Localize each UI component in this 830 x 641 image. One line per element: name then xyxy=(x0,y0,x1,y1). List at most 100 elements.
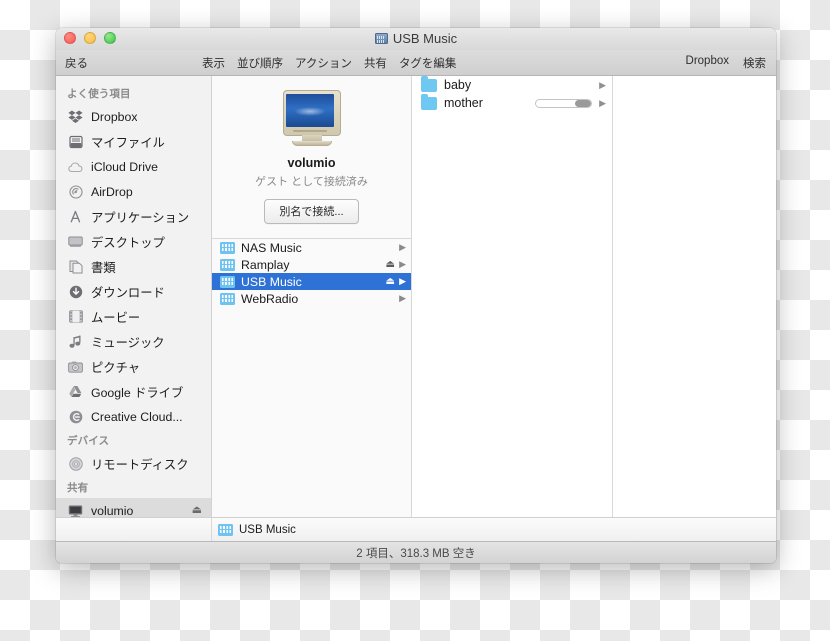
empty-column xyxy=(613,76,776,517)
sidebar-item-label: ムービー xyxy=(91,310,141,325)
sidebar-item-remote-disc[interactable]: リモートディスク xyxy=(56,451,211,476)
sidebar-item-creative-cloud[interactable]: Creative Cloud... xyxy=(56,404,211,429)
folder-icon xyxy=(421,94,437,110)
sidebar-section-favorites-header: よく使う項目 xyxy=(67,88,131,100)
toolbar-actions: 表示 並び順序 アクション 共有 タグを編集 xyxy=(202,55,456,71)
movies-icon xyxy=(67,309,84,325)
sidebar-item-label: Creative Cloud... xyxy=(91,409,183,424)
sidebar-item-label: 書類 xyxy=(91,260,116,275)
share-label: NAS Music xyxy=(241,240,302,255)
sidebar-item-google-drive[interactable]: Google ドライブ xyxy=(56,379,211,404)
sidebar-item-dropbox[interactable]: Dropbox xyxy=(56,104,211,129)
network-share-icon xyxy=(218,523,233,536)
server-name: volumio xyxy=(287,156,336,170)
share-label: WebRadio xyxy=(241,291,299,306)
folder-row-mother[interactable]: mother ▶ xyxy=(412,94,612,112)
sidebar-item-label: Google ドライブ xyxy=(91,385,184,400)
toolbar-item-view[interactable]: 表示 xyxy=(202,55,225,71)
server-icon xyxy=(67,503,84,518)
sidebar-item-label: iCloud Drive xyxy=(91,159,158,174)
toolbar-item-edit-tags[interactable]: タグを編集 xyxy=(399,55,457,71)
share-row-ramplay[interactable]: Ramplay ⏏ ▶ xyxy=(212,256,411,273)
share-row-usb-music[interactable]: USB Music ⏏ ▶ xyxy=(212,273,411,290)
folder-label: mother xyxy=(444,96,483,110)
eject-icon[interactable]: ⏏ xyxy=(192,505,202,516)
sidebar-item-all-my-files[interactable]: マイファイル xyxy=(56,129,211,154)
sidebar: よく使う項目 Dropbox マイファイル iCloud Drive AirDr… xyxy=(56,76,212,517)
sidebar-item-airdrop[interactable]: AirDrop xyxy=(56,179,211,204)
back-button[interactable]: 戻る xyxy=(65,55,88,71)
share-label: USB Music xyxy=(241,274,302,289)
eject-icon[interactable]: ⏏ xyxy=(386,259,399,270)
folder-column: baby ▶ mother ▶ xyxy=(412,76,613,517)
sidebar-item-desktop[interactable]: デスクトップ xyxy=(56,229,211,254)
share-label: Ramplay xyxy=(241,257,290,272)
window-body: よく使う項目 Dropbox マイファイル iCloud Drive AirDr… xyxy=(56,76,776,517)
google-drive-icon xyxy=(67,384,84,400)
all-my-files-icon xyxy=(67,134,84,150)
sidebar-item-music[interactable]: ミュージック xyxy=(56,329,211,354)
downloads-icon xyxy=(67,284,84,300)
disclosure-arrow-icon[interactable]: ▶ xyxy=(399,277,406,286)
status-bar: 2 項目、318.3 MB 空き xyxy=(56,541,776,563)
share-list: NAS Music ▶ Ramplay ⏏ ▶ USB Music ⏏ ▶ We… xyxy=(212,239,411,307)
sidebar-item-label: Dropbox xyxy=(91,109,138,124)
sidebar-item-label: ダウンロード xyxy=(91,285,165,300)
toolbar-item-search[interactable]: 検索 xyxy=(743,55,766,71)
airdrop-icon xyxy=(67,184,84,200)
network-share-icon xyxy=(220,275,235,288)
sidebar-item-volumio[interactable]: volumio ⏏ xyxy=(56,498,211,517)
sidebar-item-label: マイファイル xyxy=(91,135,165,150)
pictures-icon xyxy=(67,359,84,375)
sidebar-section-devices-header: デバイス xyxy=(67,435,110,447)
folder-row-baby[interactable]: baby ▶ xyxy=(412,76,612,94)
toolbar-item-arrange[interactable]: 並び順序 xyxy=(237,55,283,71)
desktop-icon xyxy=(67,234,84,250)
disclosure-arrow-icon[interactable]: ▶ xyxy=(399,243,406,252)
status-bar-text: 2 項目、318.3 MB 空き xyxy=(356,547,476,560)
finder-window: USB Music 戻る 表示 並び順序 アクション 共有 タグを編集 Drop… xyxy=(56,28,776,563)
network-share-icon xyxy=(220,258,235,271)
applications-icon xyxy=(67,209,84,225)
back-button-label: 戻る xyxy=(65,57,88,70)
sidebar-item-icloud-drive[interactable]: iCloud Drive xyxy=(56,154,211,179)
disclosure-arrow-icon[interactable]: ▶ xyxy=(399,294,406,303)
path-bar-label[interactable]: USB Music xyxy=(239,524,296,536)
title-bar[interactable]: USB Music xyxy=(56,28,776,50)
sidebar-item-pictures[interactable]: ピクチャ xyxy=(56,354,211,379)
sidebar-item-downloads[interactable]: ダウンロード xyxy=(56,279,211,304)
sidebar-item-label: ピクチャ xyxy=(91,360,141,375)
path-bar-spacer xyxy=(64,518,212,541)
toolbar: 戻る 表示 並び順序 アクション 共有 タグを編集 Dropbox 検索 xyxy=(56,50,776,76)
scrollbar-thumb[interactable] xyxy=(575,99,591,107)
server-column: volumio ゲスト として接続済み 別名で接続... NAS Music ▶… xyxy=(212,76,412,517)
sidebar-item-label: アプリケーション xyxy=(91,210,190,225)
window-title: USB Music xyxy=(56,31,776,46)
disclosure-arrow-icon[interactable]: ▶ xyxy=(399,260,406,269)
eject-icon[interactable]: ⏏ xyxy=(386,276,399,287)
disclosure-arrow-icon[interactable]: ▶ xyxy=(599,80,606,90)
sidebar-section-shared-header: 共有 xyxy=(67,482,89,494)
dropbox-icon xyxy=(67,109,84,125)
connection-status: ゲスト として接続済み xyxy=(255,176,368,188)
connect-as-button[interactable]: 別名で接続... xyxy=(264,199,359,224)
sidebar-item-label: ミュージック xyxy=(91,335,165,350)
horizontal-scrollbar[interactable] xyxy=(535,98,592,108)
folder-label: baby xyxy=(444,78,472,92)
toolbar-item-action[interactable]: アクション xyxy=(295,55,352,71)
server-preview-pane: volumio ゲスト として接続済み 別名で接続... xyxy=(212,76,411,239)
sidebar-item-documents[interactable]: 書類 xyxy=(56,254,211,279)
documents-icon xyxy=(67,259,84,275)
column-browser: volumio ゲスト として接続済み 別名で接続... NAS Music ▶… xyxy=(212,76,776,517)
server-icon xyxy=(374,33,388,44)
music-icon xyxy=(67,334,84,350)
share-row-nas-music[interactable]: NAS Music ▶ xyxy=(212,239,411,256)
toolbar-item-share[interactable]: 共有 xyxy=(364,55,387,71)
toolbar-item-dropbox[interactable]: Dropbox xyxy=(686,55,729,71)
sidebar-item-label: AirDrop xyxy=(91,184,133,199)
creative-cloud-icon xyxy=(67,409,84,425)
sidebar-item-movies[interactable]: ムービー xyxy=(56,304,211,329)
sidebar-item-applications[interactable]: アプリケーション xyxy=(56,204,211,229)
share-row-webradio[interactable]: WebRadio ▶ xyxy=(212,290,411,307)
disclosure-arrow-icon[interactable]: ▶ xyxy=(599,98,606,108)
